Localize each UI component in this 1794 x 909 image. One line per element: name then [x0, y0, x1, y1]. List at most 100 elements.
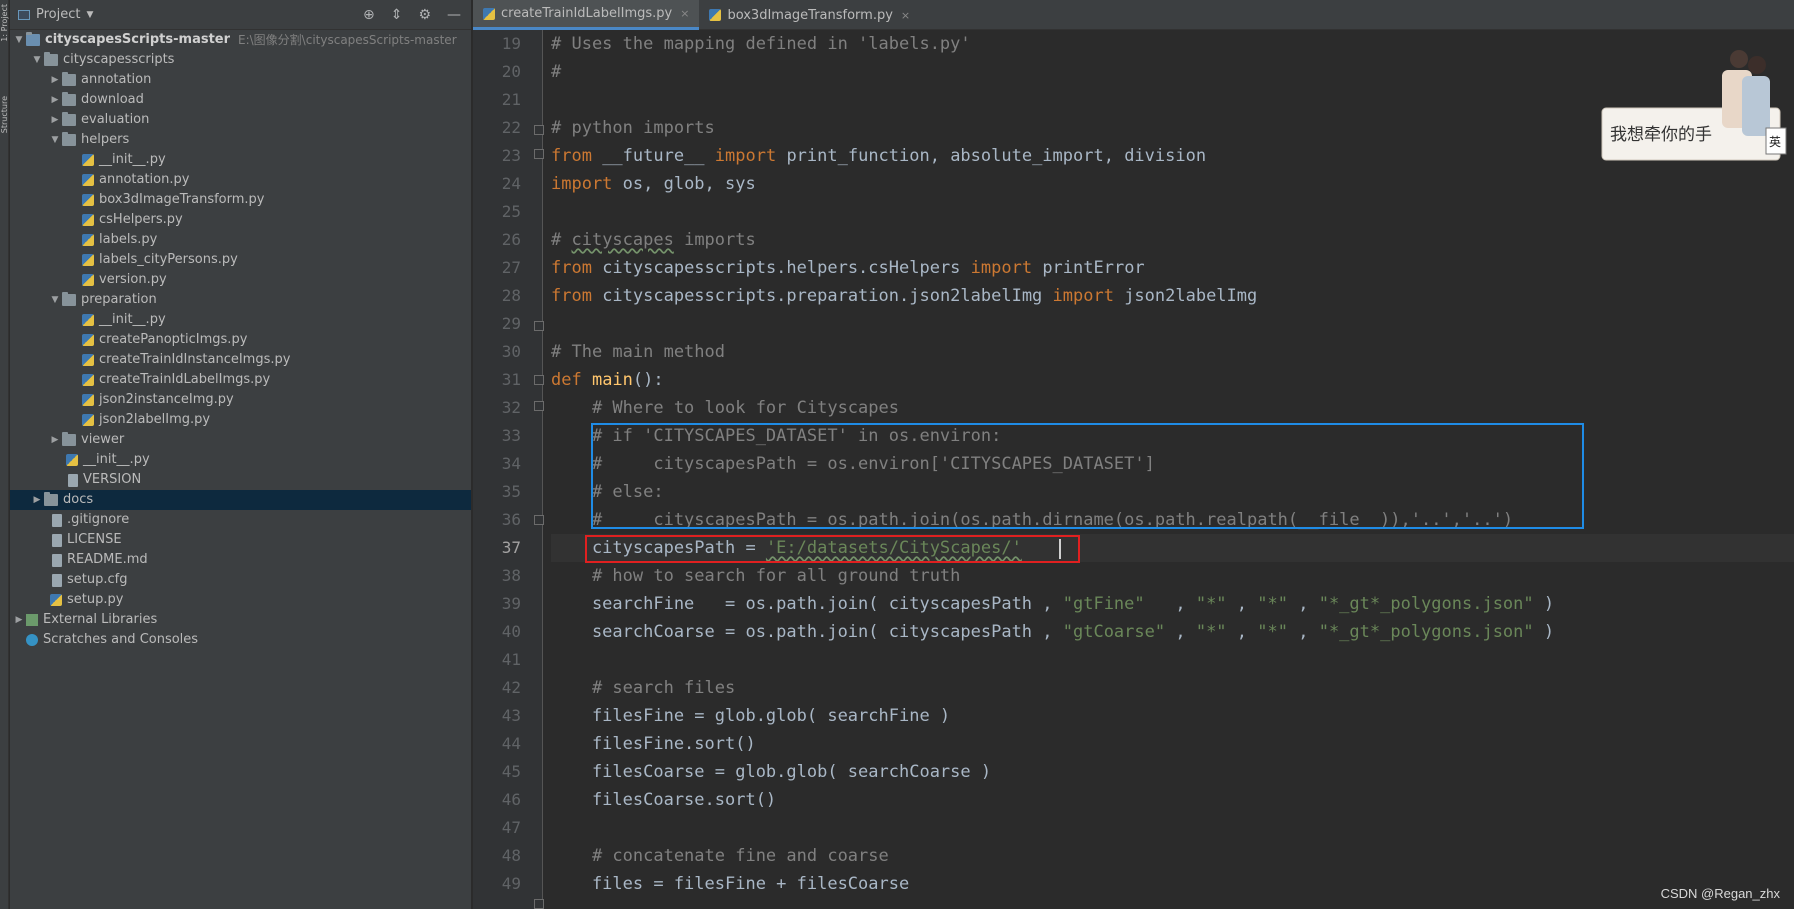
- project-icon: [18, 9, 30, 20]
- line-number: 19: [501, 34, 521, 53]
- tree-item-file[interactable]: createPanopticImgs.py: [10, 330, 471, 350]
- tree-item-file[interactable]: csHelpers.py: [10, 210, 471, 230]
- tree-item-file[interactable]: annotation.py: [10, 170, 471, 190]
- tree-item-viewer[interactable]: ▶ viewer: [10, 430, 471, 450]
- decorative-sticker-image: 我想牵你的手 英: [1601, 50, 1787, 161]
- gear-icon[interactable]: ⚙: [418, 7, 431, 23]
- tree-item-cityscapesscripts[interactable]: ▼ cityscapesscripts: [10, 50, 471, 70]
- python-file-icon: [50, 594, 62, 606]
- chevron-right-icon[interactable]: ▶: [12, 610, 26, 630]
- chevron-down-icon[interactable]: ▼: [86, 10, 93, 20]
- python-file-icon: [82, 274, 94, 286]
- line-number: 45: [501, 762, 521, 781]
- tree-item-file[interactable]: createTrainIdLabelImgs.py: [10, 370, 471, 390]
- python-file-icon: [82, 314, 94, 326]
- tree-item-file[interactable]: __init__.py: [10, 310, 471, 330]
- fold-marker-icon[interactable]: [534, 375, 544, 385]
- chevron-right-icon[interactable]: ▶: [48, 430, 62, 450]
- chevron-down-icon[interactable]: ▼: [12, 30, 26, 50]
- fold-marker-icon[interactable]: [534, 125, 544, 135]
- python-file-icon: [82, 374, 94, 386]
- folder-icon: [62, 432, 76, 446]
- highlight-box-blue: [591, 423, 1584, 529]
- python-file-icon: [82, 194, 94, 206]
- chevron-right-icon[interactable]: ▶: [30, 490, 44, 510]
- tree-item-file[interactable]: labels.py: [10, 230, 471, 250]
- line-number: 34: [501, 454, 521, 473]
- tree-item-external-libraries[interactable]: ▶ External Libraries: [10, 610, 471, 630]
- tree-item-file[interactable]: README.md: [10, 550, 471, 570]
- fold-marker-icon[interactable]: [534, 515, 544, 525]
- folder-icon: [62, 132, 76, 146]
- chevron-down-icon[interactable]: ▼: [48, 290, 62, 310]
- tree-item-file[interactable]: json2instanceImg.py: [10, 390, 471, 410]
- chevron-down-icon[interactable]: ▼: [48, 130, 62, 150]
- tree-item-helpers[interactable]: ▼ helpers: [10, 130, 471, 150]
- tree-item-file[interactable]: __init__.py: [10, 150, 471, 170]
- tree-item-file[interactable]: VERSION: [10, 470, 471, 490]
- tree-item-annotation[interactable]: ▶ annotation: [10, 70, 471, 90]
- folder-icon: [26, 32, 40, 46]
- line-number: 47: [501, 818, 521, 837]
- code-line-24: import os, glob, sys: [551, 174, 756, 194]
- line-number: 44: [501, 734, 521, 753]
- tree-item-file[interactable]: LICENSE: [10, 530, 471, 550]
- fold-marker-icon[interactable]: [534, 899, 544, 909]
- tree-item-evaluation[interactable]: ▶ evaluation: [10, 110, 471, 130]
- code-line-45: filesCoarse = glob.glob( searchCoarse ): [551, 762, 992, 782]
- fold-marker-icon[interactable]: [534, 401, 544, 411]
- tree-item-file[interactable]: labels_cityPersons.py: [10, 250, 471, 270]
- python-file-icon: [483, 7, 495, 20]
- tree-item-file[interactable]: setup.cfg: [10, 570, 471, 590]
- tree-item-root[interactable]: ▼ cityscapesScripts-master E:\图像分割\citysca…: [10, 30, 471, 50]
- line-number: 31: [501, 370, 521, 389]
- tree-item-file[interactable]: setup.py: [10, 590, 471, 610]
- line-number: 39: [501, 594, 521, 613]
- code-line-20: #: [551, 62, 562, 82]
- fold-marker-icon[interactable]: [534, 321, 544, 331]
- line-number: 33: [501, 426, 521, 445]
- close-icon[interactable]: ×: [680, 7, 689, 20]
- python-file-icon: [709, 9, 722, 21]
- code-line-48: # concatenate fine and coarse: [551, 846, 889, 866]
- tab-createTrainIdLabelImgs[interactable]: createTrainIdLabelImgs.py ×: [473, 0, 700, 30]
- code-line-30: # The main method: [551, 342, 725, 362]
- close-icon[interactable]: ×: [901, 9, 910, 22]
- tree-item-file[interactable]: version.py: [10, 270, 471, 290]
- tree-item-scratches[interactable]: Scratches and Consoles: [10, 630, 471, 650]
- tree-item-download[interactable]: ▶ download: [10, 90, 471, 110]
- chevron-right-icon[interactable]: ▶: [48, 70, 62, 90]
- config-file-icon: [52, 573, 62, 587]
- tree-item-docs[interactable]: ▶ docs: [10, 490, 471, 510]
- scratches-icon: [26, 634, 38, 646]
- chevron-down-icon[interactable]: ▼: [30, 50, 44, 70]
- tree-item-file[interactable]: box3dImageTransform.py: [10, 190, 471, 210]
- text-file-icon: [52, 533, 62, 547]
- watermark: CSDN @Regan_zhx: [1660, 886, 1780, 901]
- line-number: 24: [501, 174, 521, 193]
- project-tool-tab[interactable]: 1: Project: [0, 4, 9, 42]
- locate-icon[interactable]: ⊕: [363, 7, 375, 23]
- code-line-46: filesCoarse.sort(): [551, 790, 777, 810]
- python-file-icon: [82, 214, 94, 226]
- structure-tool-tab[interactable]: Structure: [0, 96, 9, 133]
- python-file-icon: [82, 174, 94, 186]
- chevron-right-icon[interactable]: ▶: [48, 90, 62, 110]
- tree-item-file[interactable]: createTrainIdInstanceImgs.py: [10, 350, 471, 370]
- minimize-icon[interactable]: —: [447, 7, 461, 23]
- chevron-right-icon[interactable]: ▶: [48, 110, 62, 130]
- tree-item-file[interactable]: json2labelImg.py: [10, 410, 471, 430]
- line-number-gutter[interactable]: 19 20 21 22 23 24 25 26 27 28 29 30 31 3…: [473, 30, 543, 909]
- tab-box3dImageTransform[interactable]: box3dImageTransform.py ×: [699, 0, 920, 30]
- tree-item-file[interactable]: .gitignore: [10, 510, 471, 530]
- collapse-all-icon[interactable]: ⇕: [391, 7, 403, 23]
- line-number: 27: [501, 258, 521, 277]
- line-number: 42: [501, 678, 521, 697]
- tree-item-preparation[interactable]: ▼ preparation: [10, 290, 471, 310]
- python-file-icon: [82, 354, 94, 366]
- code-line-19: # Uses the mapping defined in 'labels.py…: [551, 34, 971, 54]
- project-view-selector[interactable]: Project: [36, 7, 80, 22]
- root-path: E:\图像分割\cityscapesScripts-master: [238, 33, 457, 47]
- fold-marker-icon[interactable]: [534, 149, 544, 159]
- tree-item-file[interactable]: __init__.py: [10, 450, 471, 470]
